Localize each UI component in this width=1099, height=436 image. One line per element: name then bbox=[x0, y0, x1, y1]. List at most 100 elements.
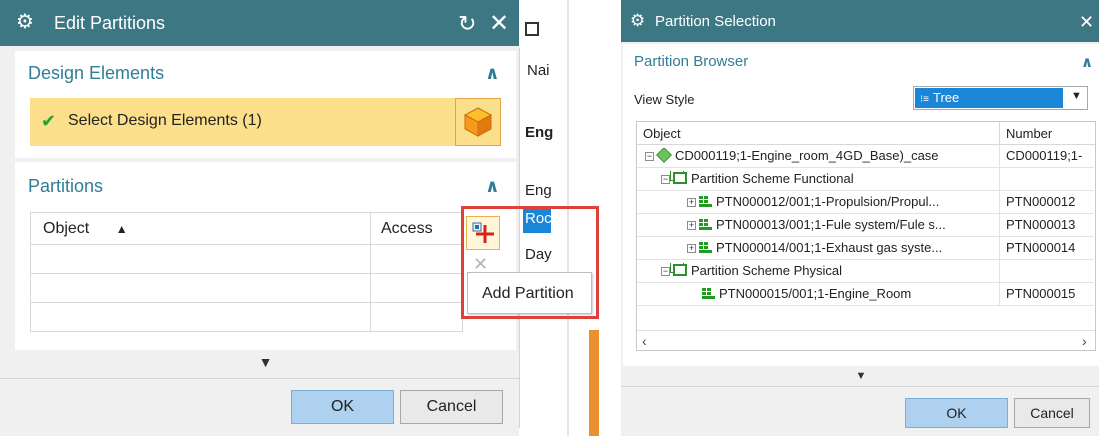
column-header-object[interactable]: Object bbox=[643, 126, 681, 141]
view-style-dropdown[interactable]: ⁝≡ Tree ▼ bbox=[913, 86, 1088, 110]
partitions-table: Object ▲ Access bbox=[30, 212, 463, 332]
expand-icon[interactable]: + bbox=[687, 221, 696, 230]
view-style-selected: ⁝≡ Tree bbox=[915, 88, 1063, 108]
cube-select-icon bbox=[463, 107, 493, 137]
tree-row[interactable]: + PTN000014/001;1-Exhaust gas syste... PTN… bbox=[637, 237, 1094, 260]
tree-row-number: PTN000014 bbox=[999, 237, 1094, 260]
tree-row[interactable]: − Partition Scheme Functional bbox=[637, 168, 1094, 191]
sort-ascending-icon: ▲ bbox=[115, 221, 128, 236]
partition-icon bbox=[699, 196, 712, 207]
maximize-icon[interactable] bbox=[525, 22, 539, 36]
ok-button[interactable]: OK bbox=[291, 390, 394, 424]
tree-row-label: PTN000015/001;1-Engine_Room bbox=[719, 286, 912, 301]
tree-row-object: + PTN000012/001;1-Propulsion/Propul... bbox=[687, 194, 992, 209]
expand-icon[interactable]: + bbox=[687, 198, 696, 207]
more-options-chevron-icon[interactable]: ▼ bbox=[15, 354, 516, 374]
dialog-title: Partition Selection bbox=[655, 13, 776, 30]
tree-row-object: − CD000119;1-Engine_room_4GD_Base)_case bbox=[645, 148, 992, 163]
section-title: Partitions bbox=[28, 176, 104, 196]
tree-row-number: PTN000012 bbox=[999, 191, 1094, 214]
design-elements-section: Design Elements ∧ ✔ Select Design Elemen… bbox=[15, 51, 516, 158]
collapse-icon[interactable]: − bbox=[661, 175, 670, 184]
partition-icon bbox=[699, 219, 712, 230]
collapse-icon[interactable]: − bbox=[661, 267, 670, 276]
table-row[interactable] bbox=[30, 273, 463, 303]
scroll-right-icon[interactable]: › bbox=[1082, 333, 1087, 349]
tree-row-number bbox=[999, 168, 1094, 191]
column-header-access[interactable]: Access bbox=[370, 212, 463, 245]
tree-row-label: Partition Scheme Functional bbox=[691, 171, 854, 186]
background-item: Eng bbox=[525, 182, 552, 199]
partitions-section: Partitions ∧ Object ▲ Access ✕ bbox=[15, 162, 516, 350]
tree-row-label: Partition Scheme Physical bbox=[691, 263, 843, 278]
dialog-titlebar[interactable]: ⚙ Partition Selection ✕ bbox=[621, 0, 1099, 42]
select-object-button[interactable] bbox=[455, 98, 501, 146]
partition-tree-table: Object Number − CD000119;1-Engine_room_4G… bbox=[636, 121, 1096, 351]
tree-row[interactable]: − Partition Scheme Physical bbox=[637, 260, 1094, 283]
dialog-titlebar[interactable]: ⚙ Edit Partitions ↻ ✕ bbox=[0, 0, 519, 46]
cancel-button[interactable]: Cancel bbox=[1014, 398, 1090, 428]
collapse-chevron-icon[interactable]: ∧ bbox=[485, 176, 500, 197]
tree-row-number: PTN000013 bbox=[999, 214, 1094, 237]
partition-scheme-icon bbox=[673, 264, 687, 276]
tree-row-object: + PTN000014/001;1-Exhaust gas syste... bbox=[687, 240, 992, 255]
column-header-object[interactable]: Object ▲ bbox=[30, 212, 371, 245]
horizontal-scrollbar[interactable]: ‹ › bbox=[637, 330, 1095, 350]
tree-rows: − CD000119;1-Engine_room_4GD_Base)_case CD… bbox=[637, 145, 1095, 330]
reset-icon[interactable]: ↻ bbox=[458, 11, 476, 37]
tree-row-label: PTN000014/001;1-Exhaust gas syste... bbox=[716, 240, 943, 255]
gear-icon: ⚙ bbox=[630, 11, 646, 30]
close-icon[interactable]: ✕ bbox=[1079, 12, 1094, 33]
table-row[interactable] bbox=[30, 302, 463, 332]
tree-row-number bbox=[999, 260, 1094, 283]
tree-row-label: PTN000013/001;1-Fule system/Fule s... bbox=[716, 217, 946, 232]
tree-row-number: CD000119;1- bbox=[999, 145, 1094, 168]
section-title: Design Elements bbox=[28, 63, 165, 83]
tree-row[interactable]: + PTN000013/001;1-Fule system/Fule s... PT… bbox=[637, 214, 1094, 237]
edit-partitions-dialog: ⚙ Edit Partitions ↻ ✕ Design Elements ∧ … bbox=[0, 0, 519, 436]
section-title: Partition Browser bbox=[634, 53, 749, 70]
ok-button[interactable]: OK bbox=[905, 398, 1008, 428]
scroll-left-icon[interactable]: ‹ bbox=[642, 333, 647, 349]
tree-row-label: PTN000012/001;1-Propulsion/Propul... bbox=[716, 194, 940, 209]
partition-browser-section: Partition Browser ∧ View Style ⁝≡ Tree ▼ … bbox=[623, 44, 1099, 366]
collapse-icon[interactable]: − bbox=[645, 152, 654, 161]
tree-row-object: PTN000015/001;1-Engine_Room bbox=[687, 286, 992, 301]
tree-row-object: + PTN000013/001;1-Fule system/Fule s... bbox=[687, 217, 992, 232]
gear-icon: ⚙ bbox=[16, 11, 34, 33]
partition-selection-dialog: ⚙ Partition Selection ✕ Partition Browse… bbox=[621, 0, 1099, 436]
cancel-button[interactable]: Cancel bbox=[400, 390, 503, 424]
cube-icon bbox=[656, 148, 672, 163]
tree-row-label: CD000119;1-Engine_room_4GD_Base)_case bbox=[675, 148, 939, 163]
background-header: Nai bbox=[527, 62, 550, 79]
background-shape bbox=[589, 330, 599, 436]
check-icon: ✔ bbox=[41, 111, 57, 131]
tree-row-number: PTN000015 bbox=[999, 283, 1094, 306]
chevron-down-icon: ▼ bbox=[1071, 90, 1082, 102]
partition-icon bbox=[699, 242, 712, 253]
partition-scheme-icon bbox=[673, 172, 687, 184]
divider bbox=[0, 378, 519, 379]
tree-row-object: − Partition Scheme Functional bbox=[661, 171, 992, 186]
divider bbox=[621, 386, 1099, 387]
annotation-highlight-box bbox=[461, 206, 599, 319]
select-design-elements-label: Select Design Elements (1) bbox=[68, 112, 262, 129]
close-icon[interactable]: ✕ bbox=[489, 9, 509, 38]
background-item: Eng bbox=[525, 124, 554, 141]
collapse-chevron-icon[interactable]: ∧ bbox=[485, 63, 500, 84]
collapse-chevron-icon[interactable]: ∧ bbox=[1081, 53, 1093, 71]
table-header-row: Object Number bbox=[637, 122, 1095, 145]
dialog-title: Edit Partitions bbox=[54, 13, 166, 33]
tree-row-object: − Partition Scheme Physical bbox=[661, 263, 992, 278]
tree-row[interactable]: PTN000015/001;1-Engine_Room PTN000015 bbox=[637, 283, 1094, 306]
tree-row[interactable]: − CD000119;1-Engine_room_4GD_Base)_case CD… bbox=[637, 145, 1094, 168]
tree-view-icon: ⁝≡ bbox=[920, 94, 930, 105]
view-style-label: View Style bbox=[634, 92, 695, 107]
tree-row[interactable]: + PTN000012/001;1-Propulsion/Propul... PTN… bbox=[637, 191, 1094, 214]
table-row[interactable] bbox=[30, 244, 463, 274]
table-header-row: Object ▲ Access bbox=[30, 212, 463, 245]
select-design-elements-row[interactable]: ✔ Select Design Elements (1) bbox=[30, 98, 466, 146]
expand-icon[interactable]: + bbox=[687, 244, 696, 253]
column-header-number[interactable]: Number bbox=[999, 122, 1052, 145]
partition-icon bbox=[702, 288, 715, 299]
